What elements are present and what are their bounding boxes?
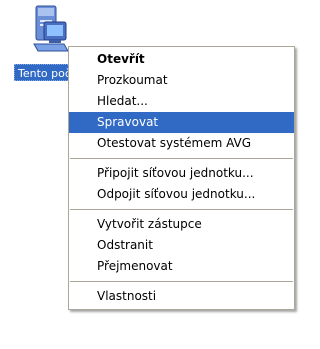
menu-item[interactable]: Připojit síťovou jednotku... (69, 163, 294, 184)
menu-item[interactable]: Odpojit síťovou jednotku... (69, 184, 294, 205)
menu-item[interactable]: Přejmenovat (69, 256, 294, 277)
desktop: Tento počítač OtevřítProzkoumatHledat...… (0, 0, 309, 349)
menu-item[interactable]: Vlastnosti (69, 286, 294, 307)
menu-item[interactable]: Otestovat systémem AVG (69, 133, 294, 154)
computer-icon[interactable] (30, 4, 70, 56)
context-menu: Otevřít Prozkoumat Hledat... Spravovat Otest… (68, 46, 295, 310)
menu-item[interactable]: Hledat... (69, 91, 294, 112)
menu-separator (70, 158, 293, 159)
menu-item[interactable]: Spravovat (69, 112, 294, 133)
menu-separator (70, 281, 293, 282)
menu-separator (70, 209, 293, 210)
menu-item[interactable]: Otevřít (69, 49, 294, 70)
menu-item[interactable]: Vytvořit zástupce (69, 214, 294, 235)
desktop-icon-label[interactable]: Tento počítač (14, 64, 76, 81)
menu-item[interactable]: Odstranit (69, 235, 294, 256)
menu-item[interactable]: Prozkoumat (69, 70, 294, 91)
